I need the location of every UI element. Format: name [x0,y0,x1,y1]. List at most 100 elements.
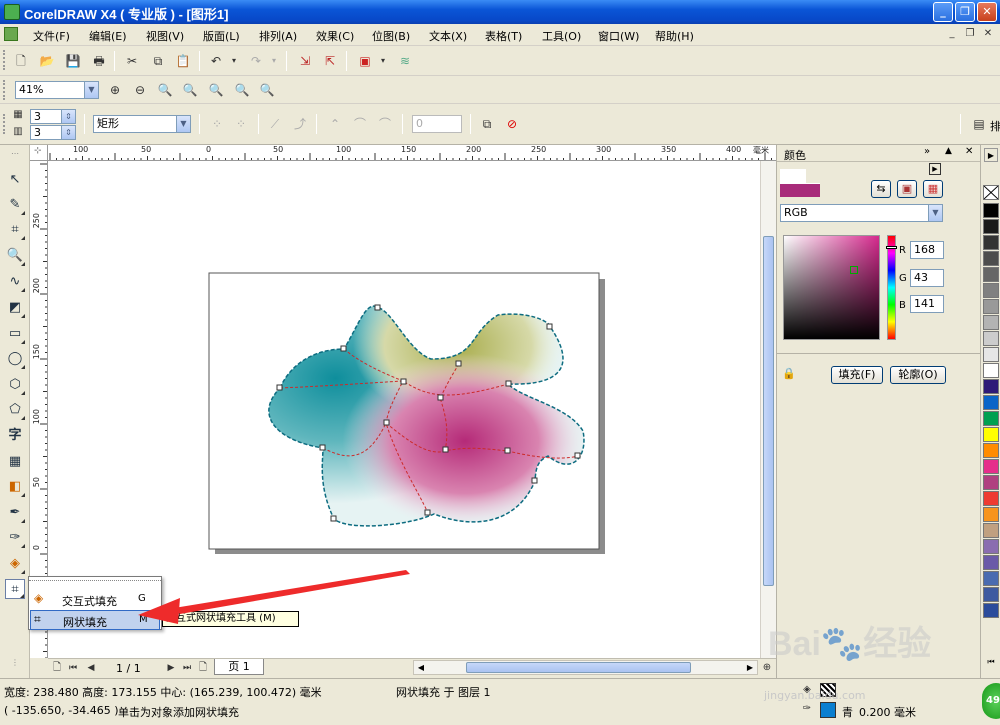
color-sliders-button[interactable]: ▣ [897,180,917,198]
palette-color-swatch[interactable] [983,603,999,618]
color-options-button[interactable]: ⇆ [871,180,891,198]
docker-expand-icon[interactable]: » [924,146,930,157]
chevron-down-icon[interactable]: ▼ [176,116,190,132]
menu-edit[interactable]: 编辑(E) [89,28,127,44]
horizontal-scroll-thumb[interactable] [466,662,691,673]
mesh-rows-field[interactable]: 3 ⇕ [30,109,76,124]
outline-button[interactable]: 轮廓(O) [890,366,946,384]
undo-icon[interactable]: ↶ [207,52,225,70]
r-value-field[interactable]: 168 [910,241,944,259]
palette-color-swatch[interactable] [983,411,999,426]
arrange-icon[interactable]: ▤ [970,115,988,133]
palette-color-swatch[interactable] [983,363,999,378]
no-color-swatch[interactable] [983,185,999,200]
color-picker-marker[interactable] [850,266,858,274]
palette-color-swatch[interactable] [983,523,999,538]
add-page-icon[interactable]: 🗋 [196,659,210,677]
vertical-scrollbar[interactable] [760,161,776,658]
palette-scroll-down-icon[interactable]: ⏮ [984,655,998,669]
undo-dropdown-icon[interactable]: ▾ [229,52,239,70]
spinner-arrows-icon[interactable]: ⇕ [61,110,75,123]
menu-window[interactable]: 窗口(W) [598,28,639,44]
b-value-field[interactable]: 141 [910,295,944,313]
first-page-icon[interactable]: ⏮ [66,659,80,677]
polygon-tool-icon[interactable]: ⬡ [5,375,25,395]
palette-scroll-up-icon[interactable]: ▶ [984,148,998,162]
text-tool-icon[interactable]: 字 [5,426,25,446]
docker-menu-icon[interactable]: ▶ [929,163,941,175]
palette-color-swatch[interactable] [983,539,999,554]
vertical-scroll-thumb[interactable] [763,236,774,586]
fill-button[interactable]: 填充(F) [831,366,883,384]
palette-color-swatch[interactable] [983,315,999,330]
smart-fill-tool-icon[interactable]: ◩ [5,298,25,318]
menu-file[interactable]: 文件(F) [33,28,70,44]
toolbox-more-icon[interactable]: ⋮ [5,653,25,673]
color-model-select[interactable]: RGB ▼ [780,204,943,222]
zoom-page-height-icon[interactable]: 🔍 [258,81,276,99]
zoom-out-icon[interactable]: ⊖ [131,81,149,99]
menu-bitmaps[interactable]: 位图(B) [372,28,410,44]
next-page-icon[interactable]: ▶ [164,659,178,677]
doc-restore-button[interactable]: ❐ [962,27,978,42]
mesh-cols-field[interactable]: 3 ⇕ [30,125,76,140]
chevron-down-icon[interactable]: ▼ [84,82,98,98]
horizontal-ruler[interactable]: 100 50 0 50 100 150 200 250 300 350 400 … [48,145,776,161]
doc-minimize-button[interactable]: _ [944,27,960,42]
chevron-down-icon[interactable]: ▼ [928,205,942,221]
menu-arrange[interactable]: 排列(A) [259,28,297,44]
scroll-left-icon[interactable]: ◀ [414,661,428,674]
document-icon[interactable] [4,27,18,41]
menu-layout[interactable]: 版面(L) [203,28,240,44]
palette-color-swatch[interactable] [983,395,999,410]
outline-color-swatch[interactable] [820,702,836,718]
welcome-screen-icon[interactable]: ≋ [396,52,414,70]
launcher-dropdown-icon[interactable]: ▾ [378,52,388,70]
menu-text[interactable]: 文本(X) [429,28,467,44]
zoom-selected-icon[interactable]: 🔍 [156,81,174,99]
lock-icon[interactable]: 🔒 [781,366,797,382]
palette-color-swatch[interactable] [983,427,999,442]
palette-color-swatch[interactable] [983,299,999,314]
mesh-fill-tool-icon[interactable]: ⌗ [5,579,25,599]
docker-collapse-icon[interactable]: ▲ [945,146,952,156]
toolbar-grip[interactable] [3,50,7,70]
menu-tools[interactable]: 工具(O) [542,28,581,44]
smooth-node-icon[interactable]: ⌒ [351,115,369,133]
color-palettes-button[interactable]: ▦ [923,180,943,198]
interactive-blend-tool-icon[interactable]: ◧ [5,477,25,497]
hue-slider[interactable] [886,235,897,340]
ruler-origin[interactable]: ⊹ [30,145,48,161]
color-saturation-field[interactable] [783,235,880,340]
palette-color-swatch[interactable] [983,379,999,394]
palette-color-swatch[interactable] [983,267,999,282]
palette-color-swatch[interactable] [983,251,999,266]
badge-icon[interactable]: 49 [982,683,1000,719]
pick-tool-icon[interactable]: ↖ [5,170,25,190]
menu-help[interactable]: 帮助(H) [655,28,694,44]
palette-color-swatch[interactable] [983,587,999,602]
zoom-in-icon[interactable]: ⊕ [106,81,124,99]
palette-color-swatch[interactable] [983,235,999,250]
menu-effects[interactable]: 效果(C) [316,28,354,44]
toolbar-grip[interactable] [3,114,7,134]
cusp-node-icon[interactable]: ⌃ [326,115,344,133]
paste-icon[interactable]: 📋 [174,52,192,70]
spinner-arrows-icon[interactable]: ⇕ [61,126,75,139]
menu-table[interactable]: 表格(T) [485,28,522,44]
cut-icon[interactable]: ✂ [123,52,141,70]
copy-icon[interactable]: ⧉ [149,52,167,70]
minimize-button[interactable]: _ [933,2,953,22]
zoom-tool-icon[interactable]: 🔍 [5,246,25,266]
toolbox-grip[interactable]: ⋯ [5,150,25,158]
hue-slider-handle[interactable] [886,246,897,249]
last-page-icon[interactable]: ⏭ [180,659,194,677]
menu-view[interactable]: 视图(V) [146,28,184,44]
palette-color-swatch[interactable] [983,331,999,346]
convert-to-curve-icon[interactable]: ⤴ [291,115,309,133]
previous-page-icon[interactable]: ◀ [84,659,98,677]
table-tool-icon[interactable]: ▦ [5,452,25,472]
freehand-tool-icon[interactable]: ∿ [5,272,25,292]
basic-shapes-tool-icon[interactable]: ⬠ [5,400,25,420]
crop-tool-icon[interactable]: ⌗ [5,220,25,240]
